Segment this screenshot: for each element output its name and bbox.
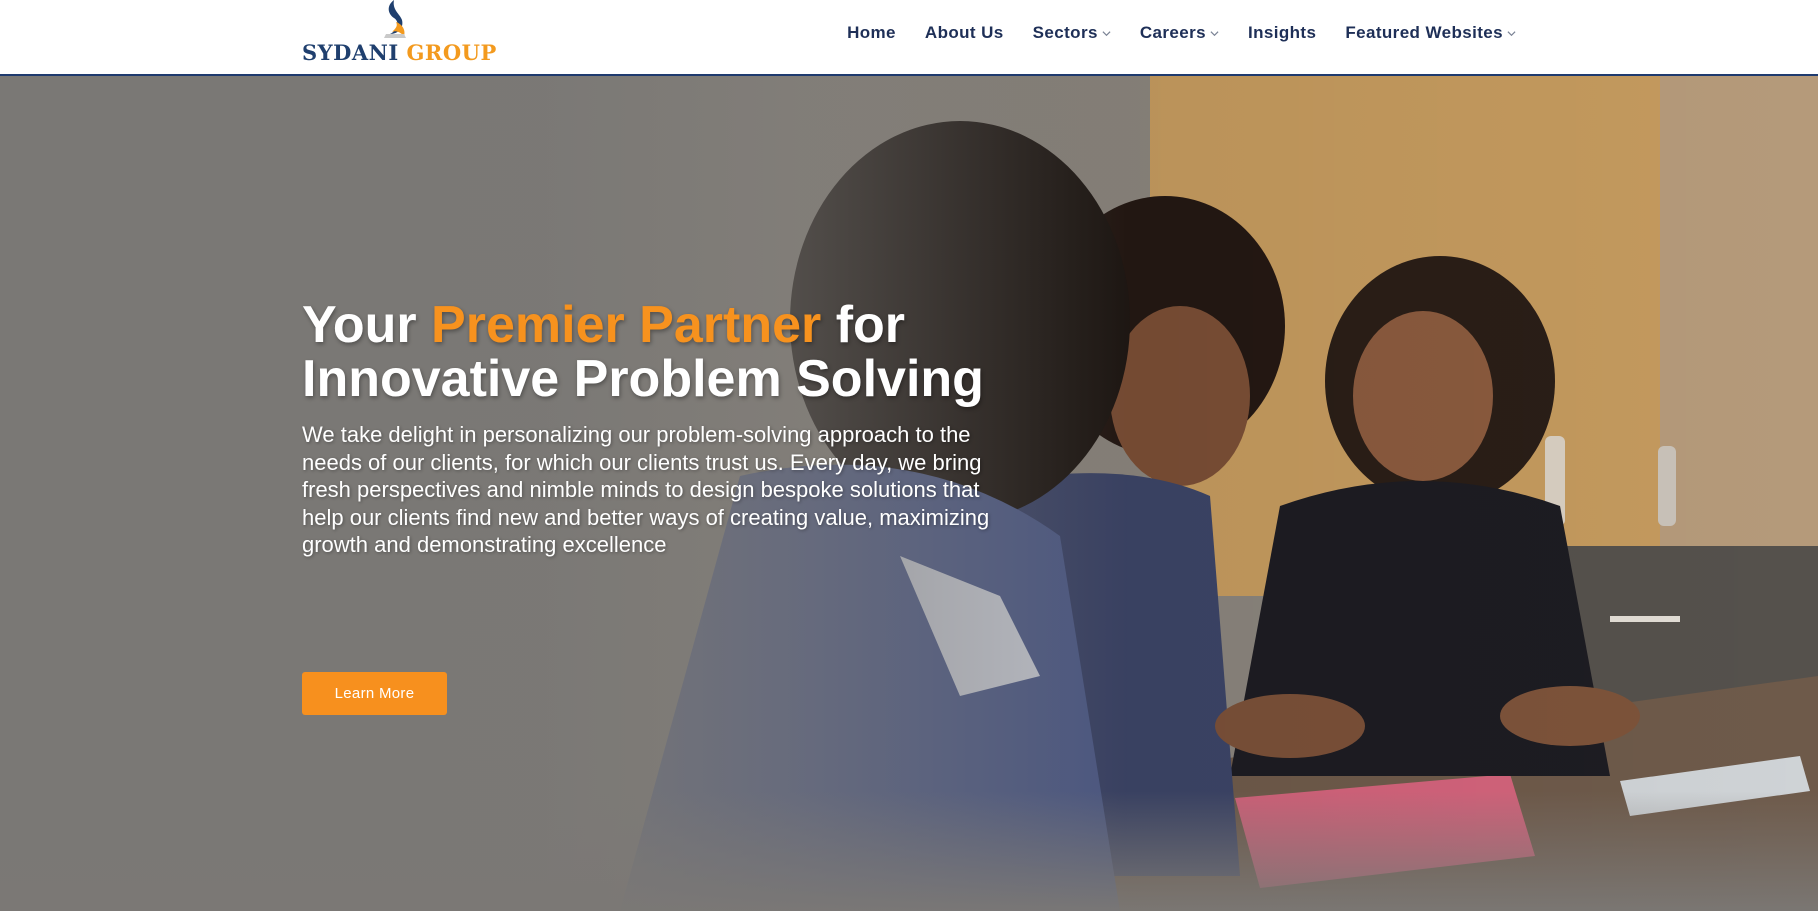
nav-label-about-us: About Us (924, 23, 1004, 42)
chevron-down-icon (1507, 30, 1516, 36)
logo-mark-icon (384, 0, 406, 38)
nav-label-insights: Insights (1247, 23, 1317, 42)
hero-title-accent: Premier Partner (431, 296, 822, 354)
nav-label-featured-websites: Featured Websites (1345, 23, 1503, 42)
nav-item-careers[interactable]: Careers (1140, 23, 1219, 43)
hero-title-lead: Your (302, 296, 432, 354)
nav-item-featured-websites[interactable]: Featured Websites (1345, 23, 1516, 43)
hero-content: Your Premier Partner for Innovative Prob… (302, 298, 1062, 715)
hero-title: Your Premier Partner for Innovative Prob… (302, 298, 1062, 406)
site-logo[interactable]: SYDANI GROUP (302, 0, 512, 65)
hero-section: Your Premier Partner for Innovative Prob… (0, 76, 1818, 911)
nav-item-sectors[interactable]: Sectors (1033, 23, 1111, 43)
nav-label-careers: Careers (1139, 23, 1206, 42)
hero-title-line2: Innovative Problem Solving (302, 350, 984, 408)
nav-label-home: Home (847, 23, 896, 42)
nav-item-home[interactable]: Home (847, 23, 896, 43)
logo-wordmark: SYDANI GROUP (302, 40, 497, 65)
chevron-down-icon (1102, 30, 1111, 36)
hero-title-tail: for (821, 296, 906, 354)
chevron-down-icon (1210, 30, 1219, 36)
nav-item-about-us[interactable]: About Us (925, 23, 1004, 43)
nav-item-insights[interactable]: Insights (1248, 23, 1316, 43)
hero-bottom-fade (0, 791, 1818, 911)
site-header: SYDANI GROUP Home About Us Sectors Caree… (0, 0, 1818, 76)
main-nav: Home About Us Sectors Careers Insights F… (847, 0, 1516, 66)
hero-description: We take delight in personalizing our pro… (302, 422, 990, 557)
logo-word-sydani: SYDANI (302, 40, 399, 65)
nav-label-sectors: Sectors (1032, 23, 1098, 42)
logo-word-group: GROUP (406, 40, 497, 65)
learn-more-button[interactable]: Learn More (302, 672, 447, 715)
